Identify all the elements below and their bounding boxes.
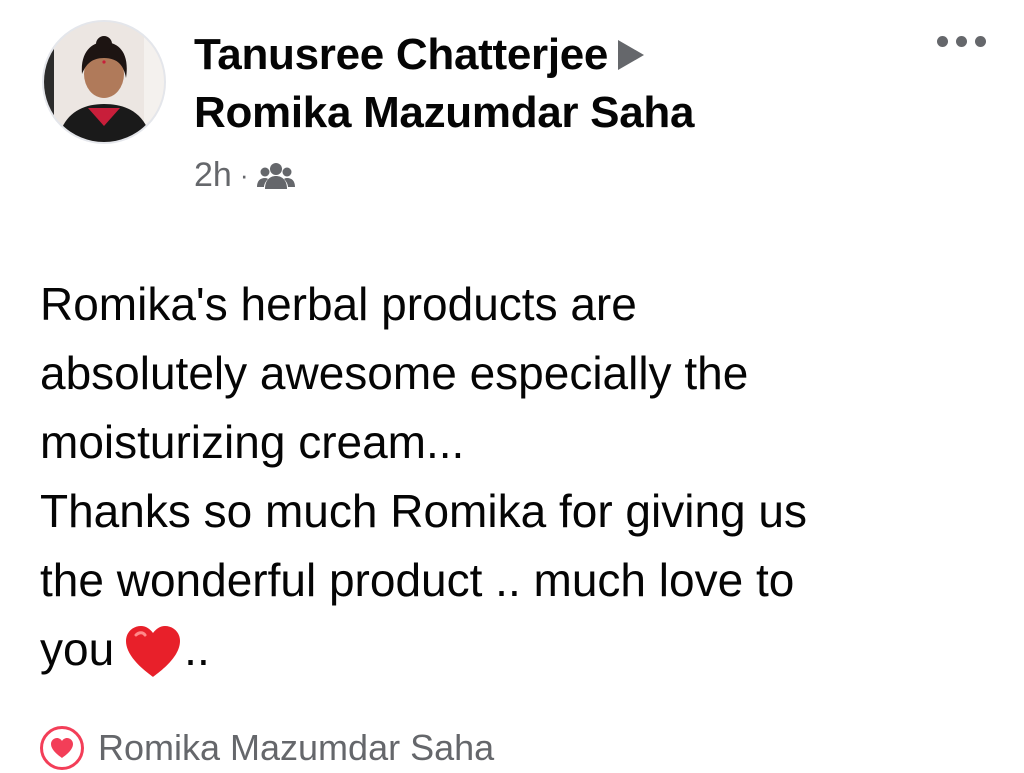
red-heart-emoji-icon — [126, 626, 181, 677]
arrow-right-icon — [618, 40, 645, 70]
post-text-line: Thanks so much Romika for giving us — [40, 485, 807, 537]
post-card: Tanusree Chatterjee Romika Mazumdar Saha… — [0, 0, 1024, 773]
post-text-line: absolutely awesome especially the — [40, 347, 749, 399]
post-meta: 2h · — [194, 156, 694, 195]
friends-icon[interactable] — [256, 161, 295, 191]
post-text-line: the wonderful product .. much love to — [40, 554, 795, 606]
post-text-line: Romika's herbal products are — [40, 278, 637, 330]
post-timestamp[interactable]: 2h — [194, 156, 232, 195]
post-author-line: Tanusree Chatterjee Romika Mazumdar Saha — [194, 26, 694, 142]
recipient-name[interactable]: Romika Mazumdar Saha — [194, 84, 694, 142]
meta-separator: · — [239, 160, 249, 190]
author-name[interactable]: Tanusree Chatterjee — [194, 30, 608, 79]
avatar-photo — [44, 22, 164, 142]
post-text-tail: .. — [184, 623, 210, 675]
reactor-name[interactable]: Romika Mazumdar Saha — [98, 727, 494, 769]
author-avatar[interactable] — [42, 20, 166, 144]
post-body: Romika's herbal products are absolutely … — [40, 270, 1000, 684]
post-header: Tanusree Chatterjee Romika Mazumdar Saha… — [194, 26, 694, 195]
post-text-line: moisturizing cream... — [40, 416, 465, 468]
more-options-icon[interactable] — [937, 36, 986, 47]
post-text-line: you — [40, 623, 115, 675]
reactions-bar[interactable]: Romika Mazumdar Saha — [40, 726, 494, 770]
heart-reaction-icon — [40, 726, 84, 770]
